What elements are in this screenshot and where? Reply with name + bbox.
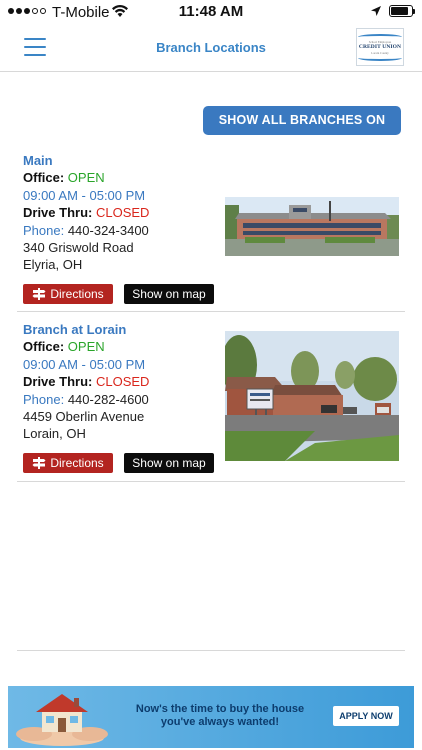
phone-number[interactable]: 440-282-4600: [68, 392, 149, 407]
office-label: Office:: [23, 170, 65, 186]
branch-details: Main Office: OPEN 09:00 AM - 05:00 PM Dr…: [23, 152, 223, 274]
address-line-1: 340 Griswold Road: [23, 240, 134, 256]
divider: [17, 650, 405, 651]
branch-card: Branch at Lorain Office: OPEN 09:00 AM -…: [17, 321, 405, 482]
credit-union-logo: School Employees CREDIT UNION Lorain Cou…: [356, 28, 404, 66]
location-arrow-icon: [371, 6, 381, 16]
directions-label: Directions: [50, 456, 104, 470]
drive-thru-label: Drive Thru:: [23, 205, 93, 221]
office-label: Office:: [23, 339, 65, 355]
address-line-1: 4459 Oberlin Avenue: [23, 409, 145, 425]
status-bar: T-Mobile 11:48 AM: [0, 0, 422, 24]
office-status: OPEN: [67, 339, 105, 355]
drive-thru-label: Drive Thru:: [23, 374, 93, 390]
battery-level: [391, 7, 408, 15]
drive-thru-status: CLOSED: [95, 205, 150, 221]
directions-button[interactable]: Directions: [23, 453, 113, 473]
signpost-icon: [32, 457, 46, 469]
house-in-hands-icon: [16, 694, 108, 746]
navigation-bar: Branch Locations School Employees CREDIT…: [0, 24, 422, 72]
battery-cap: [413, 9, 415, 14]
ad-line-1: Now's the time to buy the house: [135, 703, 305, 715]
branch-photo: [225, 197, 399, 256]
ad-message: Now's the time to buy the house you've a…: [100, 703, 340, 729]
branch-details: Branch at Lorain Office: OPEN 09:00 AM -…: [23, 321, 223, 443]
ad-banner[interactable]: Now's the time to buy the house you've a…: [8, 686, 414, 748]
branch-name[interactable]: Main: [23, 152, 223, 169]
show-all-branches-button[interactable]: SHOW ALL BRANCHES ON MAP: [203, 106, 401, 156]
status-time: 11:48 AM: [178, 3, 244, 20]
branch-name[interactable]: Branch at Lorain: [23, 321, 223, 338]
show-on-map-button[interactable]: Show on map: [124, 284, 214, 304]
drive-thru-status: CLOSED: [95, 374, 150, 390]
ad-line-2: you've always wanted!: [160, 716, 280, 728]
phone-label: Phone:: [23, 391, 65, 407]
show-on-map-button[interactable]: Show on map: [124, 453, 214, 473]
phone-label: Phone:: [23, 222, 65, 238]
battery-icon: [389, 5, 413, 17]
office-status: OPEN: [67, 170, 105, 186]
signpost-icon: [32, 288, 46, 300]
office-hours: 09:00 AM - 05:00 PM: [23, 187, 146, 203]
directions-label: Directions: [50, 287, 104, 301]
address-line-2: Elyria, OH: [23, 257, 83, 273]
directions-button[interactable]: Directions: [23, 284, 113, 304]
phone-number[interactable]: 440-324-3400: [68, 223, 149, 238]
branch-card: Main Office: OPEN 09:00 AM - 05:00 PM Dr…: [17, 152, 405, 312]
address-line-2: Lorain, OH: [23, 426, 86, 442]
branch-photo: [225, 331, 399, 461]
office-hours: 09:00 AM - 05:00 PM: [23, 356, 146, 372]
apply-now-button[interactable]: APPLY NOW: [333, 706, 399, 726]
